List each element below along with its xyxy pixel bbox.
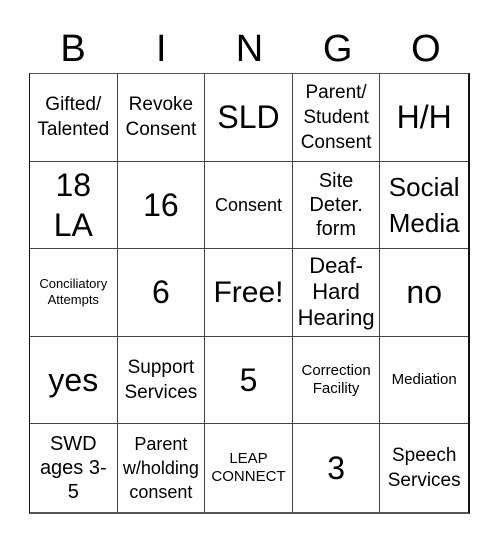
bingo-cell[interactable]: yes	[30, 336, 118, 425]
header-letter-i: I	[156, 28, 167, 70]
bingo-cell[interactable]: 5	[205, 336, 293, 425]
bingo-cell[interactable]: 16	[117, 161, 206, 250]
bingo-cell[interactable]: Conciliatory Attempts	[30, 249, 118, 337]
bingo-cell[interactable]: Speech Services	[380, 424, 468, 512]
bingo-cell[interactable]: Gifted/ Talented	[30, 74, 118, 162]
bingo-cell[interactable]: SWD ages 3- 5	[30, 424, 118, 512]
header-letter-b: B	[60, 28, 86, 70]
bingo-cell[interactable]: SLD	[205, 74, 293, 162]
bingo-grid: Gifted/ Talented Revoke Consent SLD Parent/…	[29, 73, 470, 514]
header-letter-g: G	[322, 28, 353, 70]
bingo-cell[interactable]: 18 LA	[30, 161, 118, 250]
bingo-cell[interactable]: Social Media	[380, 162, 468, 250]
bingo-cell[interactable]: Correction Facility	[292, 336, 381, 425]
bingo-cell[interactable]: no	[380, 249, 468, 337]
bingo-cell[interactable]: H/H	[380, 74, 468, 162]
bingo-cell[interactable]: Consent	[205, 161, 293, 250]
bingo-cell[interactable]: Deaf- Hard Hearing	[292, 249, 381, 337]
bingo-cell[interactable]: 6	[117, 249, 206, 337]
bingo-cell[interactable]: LEAP CONNECT	[205, 424, 293, 512]
bingo-cell[interactable]: Parent w/holding consent	[118, 424, 206, 512]
bingo-cell[interactable]: Revoke Consent	[117, 74, 206, 162]
header-letter-o: O	[411, 28, 441, 70]
bingo-cell[interactable]: Mediation	[380, 337, 468, 425]
bingo-cell[interactable]: 3	[293, 424, 381, 512]
header-letter-n: N	[235, 28, 264, 70]
bingo-header: B I N G O	[29, 26, 470, 72]
bingo-cell[interactable]: Free!	[205, 249, 293, 337]
bingo-cell[interactable]: Parent/ Student Consent	[292, 74, 381, 162]
bingo-cell[interactable]: Support Services	[117, 336, 206, 425]
bingo-cell[interactable]: Site Deter. form	[292, 161, 381, 250]
